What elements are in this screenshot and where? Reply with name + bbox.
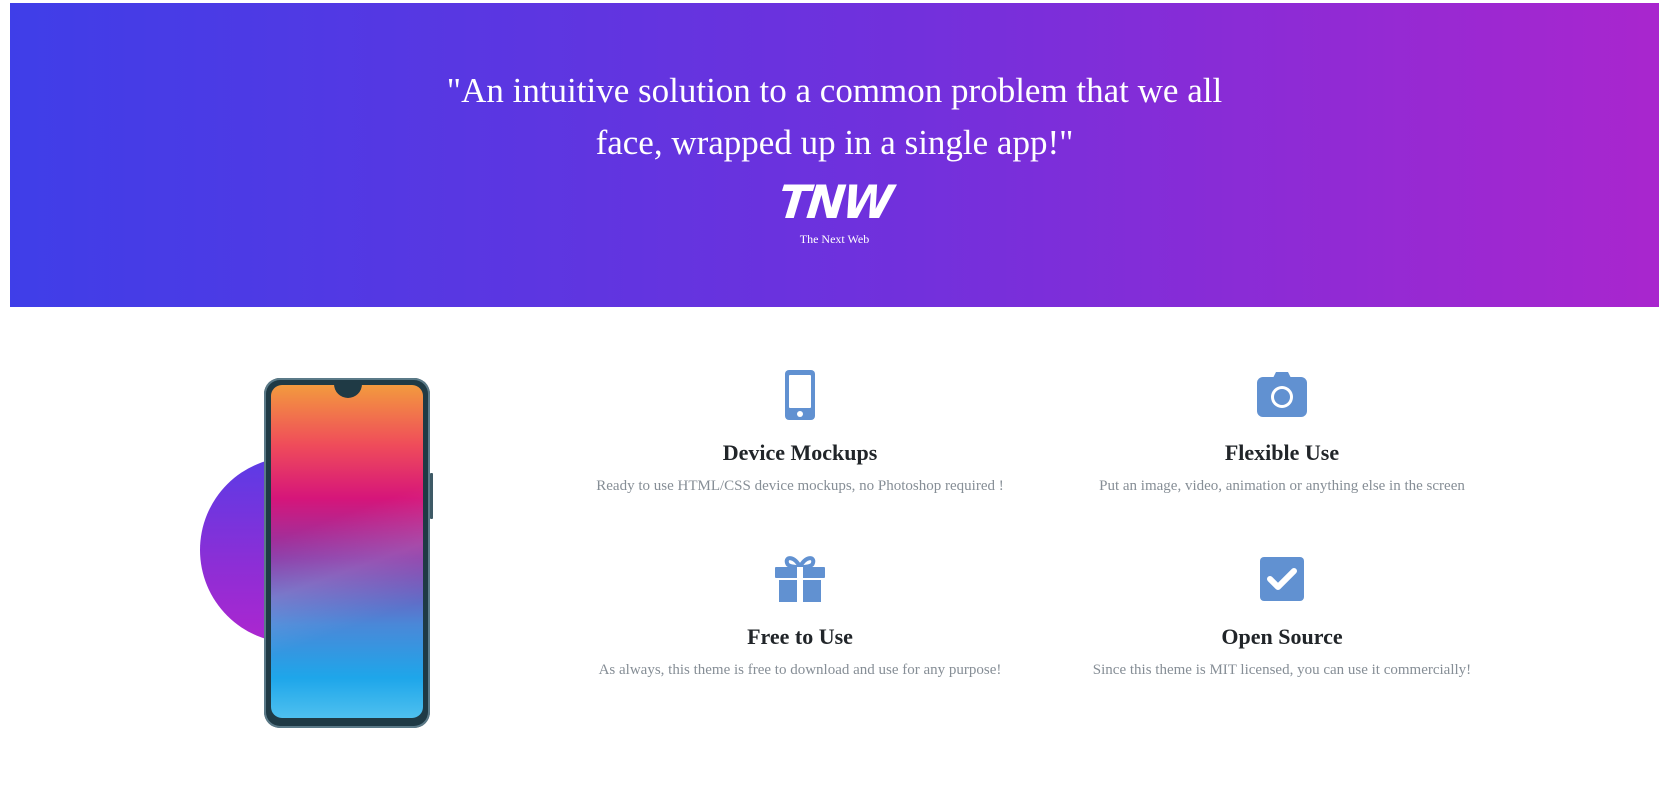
page: "An intuitive solution to a common probl… — [0, 0, 1659, 792]
phone-screen — [271, 385, 423, 718]
feature-description: Since this theme is MIT licensed, you ca… — [1092, 662, 1472, 678]
feature-description: As always, this theme is free to downloa… — [598, 662, 1002, 678]
feature-title: Free to Use — [747, 624, 853, 649]
feature-title: Device Mockups — [722, 440, 878, 465]
feature-open-source: Open Source Since this theme is MIT lice… — [1052, 552, 1512, 680]
tnw-logo: TNW — [775, 175, 894, 229]
device-mockup — [190, 370, 450, 740]
phone-side-button — [430, 473, 433, 519]
feature-device-mockups: Device Mockups Ready to use HTML/CSS dev… — [570, 368, 1030, 496]
feature-description: Ready to use HTML/CSS device mockups, no… — [596, 478, 1004, 494]
feature-free-to-use: Free to Use As always, this theme is fre… — [570, 552, 1030, 680]
testimonial-quote: "An intuitive solution to a common probl… — [10, 65, 1659, 169]
testimonial-banner: "An intuitive solution to a common probl… — [10, 3, 1659, 307]
logo-caption: The Next Web — [799, 232, 870, 246]
feature-title: Flexible Use — [1224, 440, 1340, 465]
feature-description: Put an image, video, animation or anythi… — [1099, 478, 1465, 494]
camera-icon — [1257, 372, 1307, 417]
check-square-icon — [1260, 557, 1304, 601]
phone-frame — [264, 378, 433, 728]
mobile-phone-icon — [785, 370, 815, 420]
feature-flexible-use: Flexible Use Put an image, video, animat… — [1052, 368, 1512, 496]
quote-line-2: face, wrapped up in a single app!" — [595, 123, 1074, 162]
gift-icon — [775, 556, 825, 602]
quote-line-1: "An intuitive solution to a common probl… — [446, 71, 1223, 110]
feature-title: Open Source — [1221, 624, 1343, 649]
